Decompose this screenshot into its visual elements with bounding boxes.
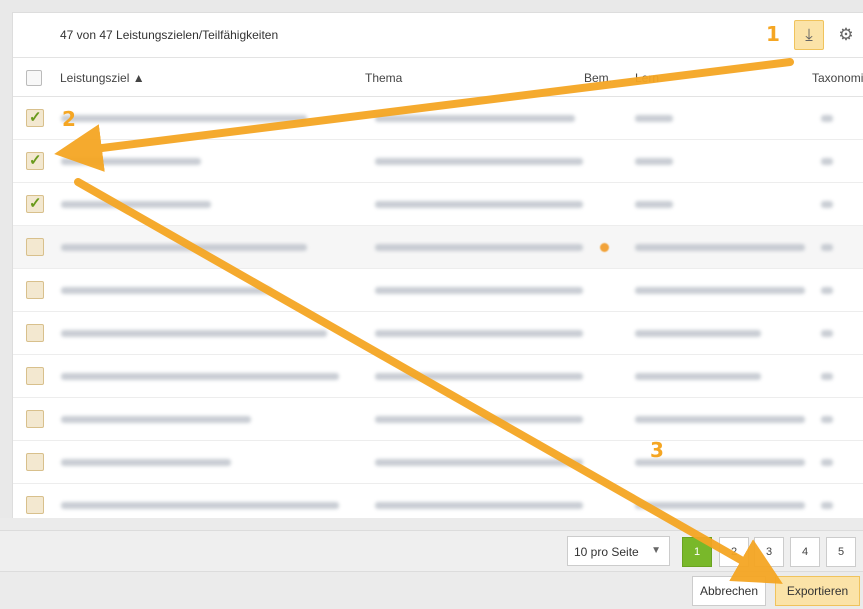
redacted-cell-text bbox=[375, 287, 583, 294]
redacted-cell-text bbox=[635, 201, 673, 208]
table-row[interactable] bbox=[13, 97, 863, 140]
redacted-cell-text bbox=[375, 502, 583, 509]
table-panel: 47 von 47 Leistungszielen/Teilfähigkeite… bbox=[12, 12, 863, 527]
page-button-4[interactable]: 4 bbox=[790, 537, 820, 567]
redacted-cell-text bbox=[821, 244, 833, 251]
cancel-button[interactable]: Abbrechen bbox=[692, 576, 766, 606]
redacted-cell-text bbox=[821, 287, 833, 294]
pagination-bar: 10 pro Seite ▼ 1 2 3 4 5 bbox=[0, 530, 863, 572]
column-header-bem[interactable]: Bem. bbox=[584, 71, 612, 85]
redacted-cell-text bbox=[61, 502, 339, 509]
row-checkbox[interactable] bbox=[26, 453, 44, 471]
row-checkbox[interactable] bbox=[26, 324, 44, 342]
redacted-cell-text bbox=[375, 459, 583, 466]
table-row[interactable] bbox=[13, 183, 863, 226]
redacted-cell-text bbox=[61, 287, 271, 294]
redacted-cell-text bbox=[61, 158, 201, 165]
download-icon: ⤓ bbox=[805, 25, 813, 44]
table-row[interactable] bbox=[13, 226, 863, 269]
gear-icon: ⚙ bbox=[838, 25, 854, 44]
redacted-cell-text bbox=[61, 416, 251, 423]
page-button-2[interactable]: 2 bbox=[719, 537, 749, 567]
remark-indicator bbox=[600, 243, 609, 252]
redacted-cell-text bbox=[821, 502, 833, 509]
page-button-1[interactable]: 1 bbox=[682, 537, 712, 567]
row-checkbox[interactable] bbox=[26, 281, 44, 299]
per-page-select[interactable]: 10 pro Seite ▼ bbox=[567, 536, 670, 566]
redacted-cell-text bbox=[375, 158, 583, 165]
select-all-checkbox[interactable] bbox=[26, 70, 42, 86]
redacted-cell-text bbox=[375, 330, 583, 337]
table-row[interactable] bbox=[13, 355, 863, 398]
column-header-leistungsziel[interactable]: Leistungsziel ▲ bbox=[60, 71, 145, 85]
row-checkbox[interactable] bbox=[26, 194, 44, 213]
row-checkbox[interactable] bbox=[26, 238, 44, 256]
annotation-step-2: 2 bbox=[62, 107, 76, 131]
redacted-cell-text bbox=[61, 459, 231, 466]
redacted-cell-text bbox=[821, 115, 833, 122]
redacted-cell-text bbox=[375, 244, 583, 251]
chevron-down-icon: ▼ bbox=[651, 545, 661, 556]
export-button[interactable]: Exportieren bbox=[775, 576, 860, 606]
column-header-taxonomie[interactable]: Taxonomi bbox=[812, 71, 863, 85]
page-button-5[interactable]: 5 bbox=[826, 537, 856, 567]
redacted-cell-text bbox=[375, 201, 583, 208]
redacted-cell-text bbox=[821, 201, 833, 208]
redacted-cell-text bbox=[635, 416, 805, 423]
settings-button[interactable]: ⚙ bbox=[831, 20, 861, 50]
row-checkbox[interactable] bbox=[26, 410, 44, 428]
redacted-cell-text bbox=[821, 416, 833, 423]
redacted-cell-text bbox=[375, 115, 575, 122]
annotation-step-1: 1 bbox=[766, 22, 780, 46]
table-header: Leistungsziel ▲ Thema Bem. Lern Taxonomi bbox=[13, 59, 863, 97]
redacted-cell-text bbox=[635, 158, 673, 165]
download-button[interactable]: ⤓ bbox=[794, 20, 824, 50]
column-header-lern[interactable]: Lern bbox=[635, 71, 659, 85]
redacted-cell-text bbox=[61, 244, 307, 251]
table-row[interactable] bbox=[13, 398, 863, 441]
redacted-cell-text bbox=[821, 158, 833, 165]
per-page-value: 10 pro Seite bbox=[574, 545, 639, 559]
redacted-cell-text bbox=[821, 373, 833, 380]
redacted-cell-text bbox=[61, 330, 327, 337]
row-checkbox[interactable] bbox=[26, 496, 44, 514]
row-checkbox[interactable] bbox=[26, 151, 44, 170]
redacted-cell-text bbox=[635, 287, 805, 294]
redacted-cell-text bbox=[61, 115, 307, 122]
result-count: 47 von 47 Leistungszielen/Teilfähigkeite… bbox=[60, 28, 279, 42]
redacted-cell-text bbox=[635, 373, 761, 380]
table-row[interactable] bbox=[13, 269, 863, 312]
redacted-cell-text bbox=[61, 373, 339, 380]
table-row[interactable] bbox=[13, 140, 863, 183]
row-checkbox[interactable] bbox=[26, 367, 44, 385]
table-row[interactable] bbox=[13, 312, 863, 355]
redacted-cell-text bbox=[61, 201, 211, 208]
annotation-step-3: 3 bbox=[650, 438, 664, 462]
redacted-cell-text bbox=[635, 115, 673, 122]
redacted-cell-text bbox=[375, 416, 583, 423]
column-header-thema[interactable]: Thema bbox=[365, 71, 402, 85]
table-row[interactable] bbox=[13, 441, 863, 484]
redacted-cell-text bbox=[635, 330, 761, 337]
table-toolbar: 47 von 47 Leistungszielen/Teilfähigkeite… bbox=[13, 13, 863, 58]
redacted-cell-text bbox=[635, 244, 805, 251]
page-button-3[interactable]: 3 bbox=[754, 537, 784, 567]
redacted-cell-text bbox=[821, 459, 833, 466]
dialog-footer: 10 pro Seite ▼ 1 2 3 4 5 Abbrechen Expor… bbox=[0, 518, 863, 609]
redacted-cell-text bbox=[635, 502, 805, 509]
row-checkbox[interactable] bbox=[26, 108, 44, 127]
dialog-window: 47 von 47 Leistungszielen/Teilfähigkeite… bbox=[0, 0, 863, 609]
redacted-cell-text bbox=[375, 373, 583, 380]
redacted-cell-text bbox=[821, 330, 833, 337]
